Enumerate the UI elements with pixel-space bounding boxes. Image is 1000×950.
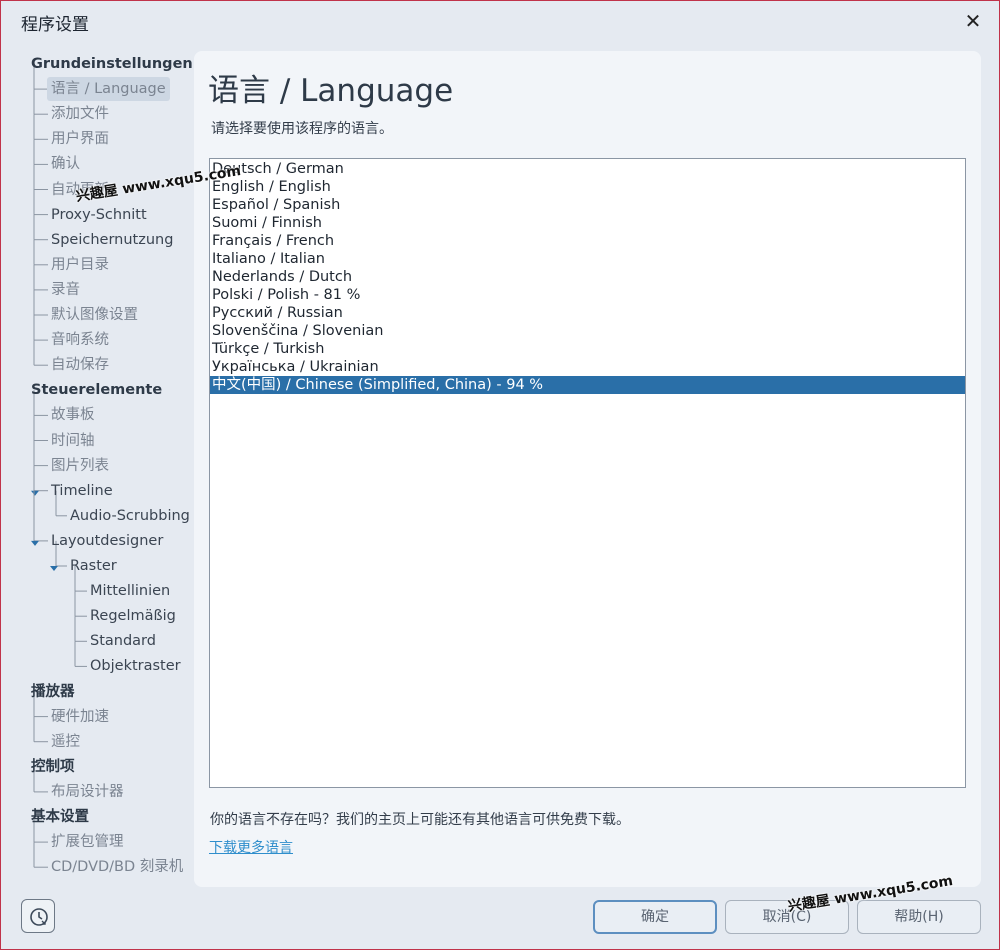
tree-item-row-12[interactable]: 自动保存 <box>51 353 109 377</box>
tree-item-row-11[interactable]: 音响系统 <box>51 328 109 352</box>
language-option[interactable]: Deutsch / German <box>210 160 965 178</box>
tree-section-row-25[interactable]: 播放器 <box>31 680 75 704</box>
language-option[interactable]: English / English <box>210 178 965 196</box>
tree-item-mittellinien[interactable]: Mittellinien <box>90 579 170 603</box>
tree-item-objektraster[interactable]: Objektraster <box>90 654 181 678</box>
tree-item-row-16[interactable]: 图片列表 <box>51 454 109 478</box>
page-title: 语言 / Language <box>208 73 454 109</box>
tree-item-row-2[interactable]: 添加文件 <box>51 102 109 126</box>
tree-item-row-15[interactable]: 时间轴 <box>51 429 95 453</box>
page-description: 请选择要使用该程序的语言。 <box>211 121 393 137</box>
tree-item-audio-scrubbing[interactable]: Audio-Scrubbing <box>70 504 190 528</box>
tree-item-row-27[interactable]: 遥控 <box>51 730 80 754</box>
language-option[interactable]: Nederlands / Dutch <box>210 268 965 286</box>
tree-section-row-28[interactable]: 控制项 <box>31 755 75 779</box>
tree-section-row-30[interactable]: 基本设置 <box>31 805 89 829</box>
content-panel: 语言 / Language 请选择要使用该程序的语言。 Deutsch / Ge… <box>194 51 981 887</box>
language-option[interactable]: Suomi / Finnish <box>210 214 965 232</box>
tree-section-grundeinstellungen[interactable]: Grundeinstellungen <box>31 52 193 76</box>
settings-dialog: 程序设置 ✕ Grundeinstellungen 语言 / Language 添加… <box>0 0 1000 950</box>
tree-item-row-4[interactable]: 确认 <box>51 152 80 176</box>
tree-item-row-29[interactable]: 布局设计器 <box>51 780 124 804</box>
language-option[interactable]: 中文(中国) / Chinese (Simplified, China) - 9… <box>210 376 965 394</box>
tree-item-layoutdesigner[interactable]: Layoutdesigner <box>51 529 163 553</box>
close-icon: ✕ <box>964 9 982 33</box>
missing-language-note: 你的语言不存在吗？我们的主页上可能还有其他语言可供免费下载。 <box>210 812 630 828</box>
tree-item-raster[interactable]: Raster <box>70 554 117 578</box>
tree-item-row-26[interactable]: 硬件加速 <box>51 705 109 729</box>
tree-item-row-31[interactable]: 扩展包管理 <box>51 830 124 854</box>
language-option[interactable]: Українська / Ukrainian <box>210 358 965 376</box>
tree-item-cd-dvd-bd[interactable]: CD/DVD/BD 刻录机 <box>51 855 183 879</box>
window-title: 程序设置 <box>21 15 89 35</box>
tree-item-standard[interactable]: Standard <box>90 629 156 653</box>
tree-item-speichernutzung[interactable]: Speichernutzung <box>51 228 173 252</box>
tree-item-row-14[interactable]: 故事板 <box>51 403 95 427</box>
language-option[interactable]: Русский / Russian <box>210 304 965 322</box>
settings-tree: Grundeinstellungen 语言 / Language 添加文件 用户界面确… <box>21 51 193 891</box>
tree-item-proxy-schnitt[interactable]: Proxy-Schnitt <box>51 203 147 227</box>
ok-button[interactable]: 确定 <box>593 900 717 934</box>
language-option[interactable]: Français / French <box>210 232 965 250</box>
expand-arrow-icon <box>31 540 39 546</box>
help-toggle-button[interactable] <box>21 899 55 933</box>
tree-item-language[interactable]: 语言 / Language <box>47 77 170 102</box>
tree-item-row-3[interactable]: 用户界面 <box>51 127 109 151</box>
expand-arrow-icon <box>31 490 39 496</box>
tree-item-regelm-ig[interactable]: Regelmäßig <box>90 604 176 628</box>
tree-section-steuerelemente[interactable]: Steuerelemente <box>31 378 162 402</box>
help-button[interactable]: 帮助(H) <box>857 900 981 934</box>
tree-item-row-8[interactable]: 用户目录 <box>51 253 109 277</box>
language-option[interactable]: Türkçe / Turkish <box>210 340 965 358</box>
clock-help-icon <box>30 908 48 926</box>
expand-arrow-icon <box>50 566 58 571</box>
tree-item-row-10[interactable]: 默认图像设置 <box>51 303 138 327</box>
cancel-button[interactable]: 取消(C) <box>725 900 849 934</box>
tree-item-row-9[interactable]: 录音 <box>51 278 80 302</box>
language-option[interactable]: Slovenščina / Slovenian <box>210 322 965 340</box>
tree-item-timeline[interactable]: Timeline <box>51 479 113 503</box>
title-bar: 程序设置 ✕ <box>1 1 999 41</box>
language-option[interactable]: Español / Spanish <box>210 196 965 214</box>
close-button[interactable]: ✕ <box>961 9 985 33</box>
language-option[interactable]: Polski / Polish - 81 % <box>210 286 965 304</box>
language-list[interactable]: Deutsch / German English / English Español… <box>209 158 966 788</box>
tree-item-row-5[interactable]: 自动更新 <box>51 178 109 202</box>
language-option[interactable]: Italiano / Italian <box>210 250 965 268</box>
download-languages-link[interactable]: 下载更多语言 <box>209 837 293 857</box>
